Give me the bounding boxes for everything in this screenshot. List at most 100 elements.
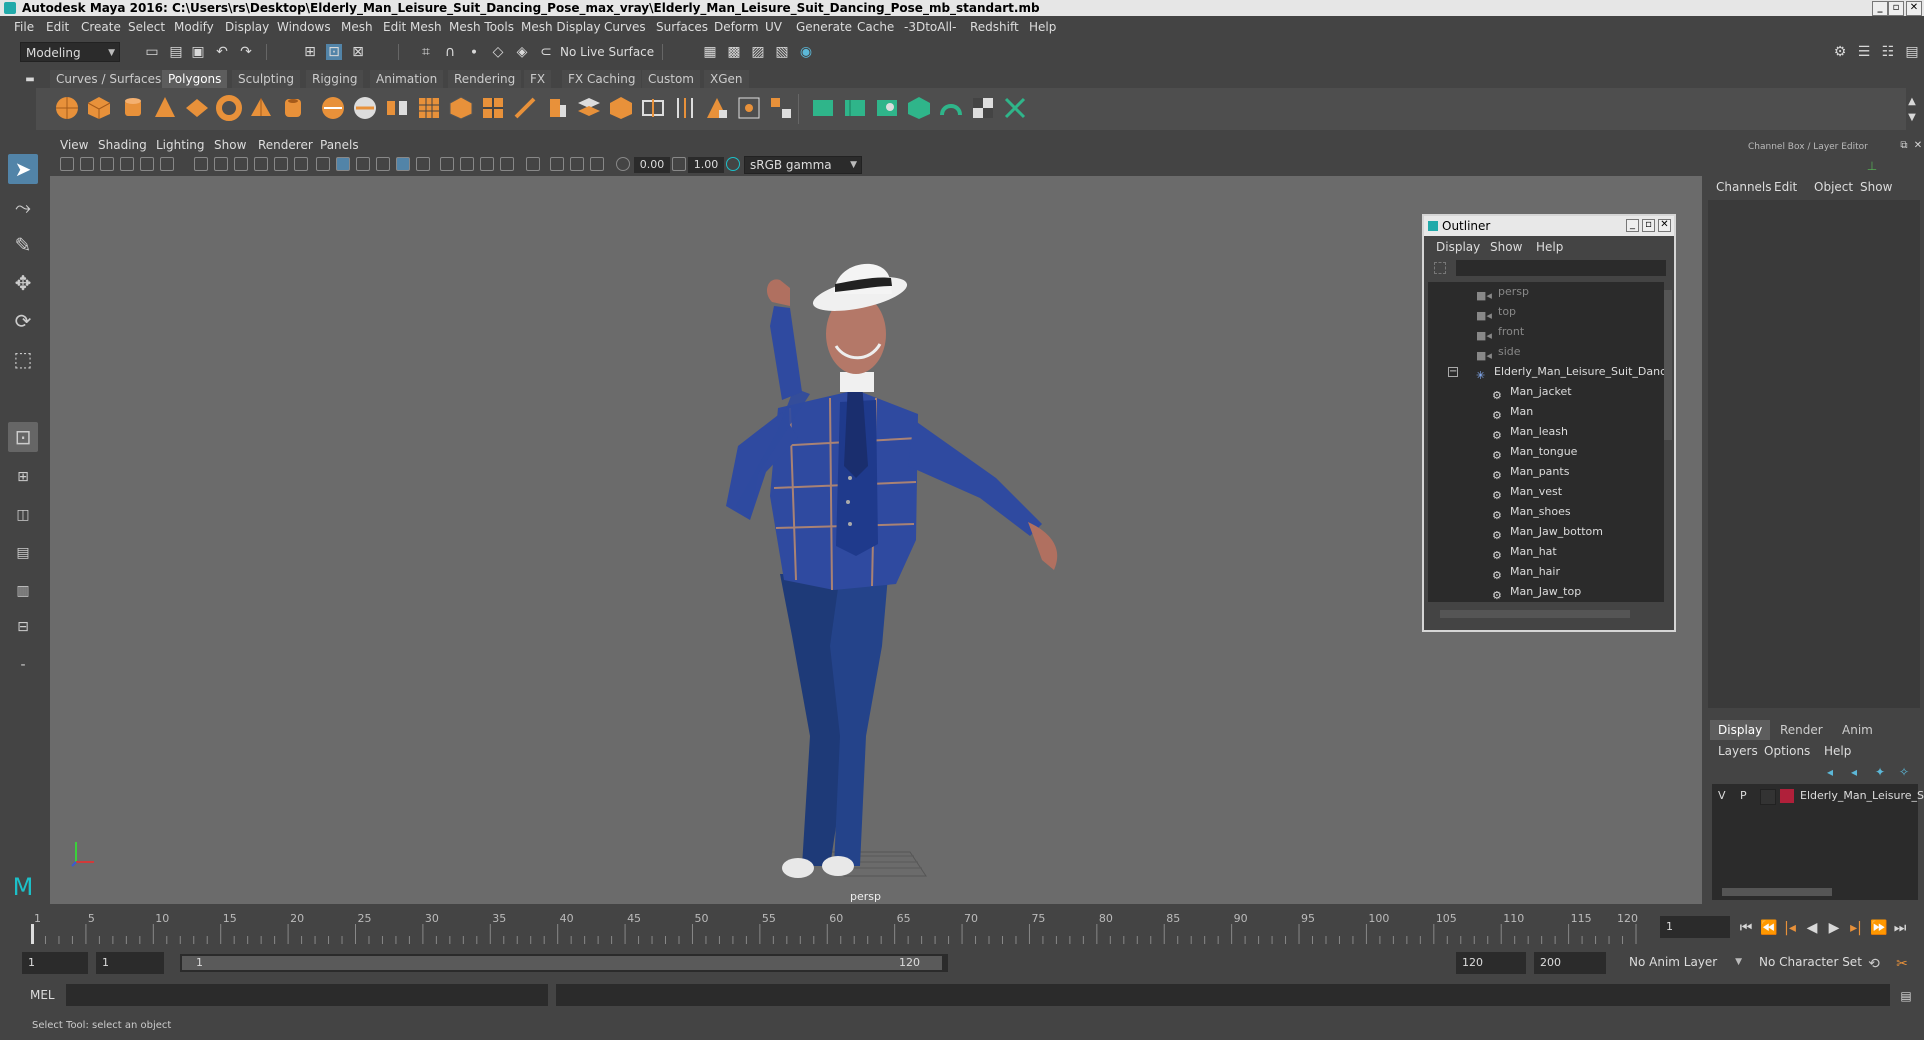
uv-spherical-icon[interactable] (874, 95, 900, 121)
menu-deform[interactable]: Deform (714, 20, 759, 34)
list-item[interactable]: ⚙ Man_hat (1428, 542, 1664, 562)
layer-visibility-toggle[interactable]: V (1718, 786, 1726, 806)
outliner-horizontal-scrollbar[interactable] (1440, 610, 1630, 618)
use-all-lights-icon[interactable] (396, 157, 410, 171)
anim-layer-dropdown[interactable]: No Anim Layer ▼ (1624, 952, 1746, 974)
tab-sculpting[interactable]: Sculpting (232, 70, 301, 88)
two-d-pan-icon[interactable] (140, 157, 154, 171)
render-settings-icon[interactable]: ▧ (774, 44, 790, 60)
filter-icon[interactable] (1434, 262, 1446, 274)
extrude-icon[interactable] (544, 95, 570, 121)
shelf-scroll-up-icon[interactable]: ▲ (1904, 94, 1920, 110)
outliner-minimize-button[interactable]: _ (1626, 219, 1639, 232)
list-item[interactable]: ⚙ Man_Jaw_bottom (1428, 522, 1664, 542)
menu-file[interactable]: File (14, 20, 34, 34)
workspace-icon[interactable]: ⚙ (1832, 44, 1848, 60)
time-slider[interactable]: 1 5 10 15 20 25 30 35 40 45 50 55 60 65 70 75 80 85 90 95 10… (22, 910, 1646, 946)
scale-tool[interactable]: ⬚ (8, 344, 38, 374)
select-hierarchy-icon[interactable]: ⊞ (302, 44, 318, 60)
resolution-gate-icon[interactable] (234, 157, 248, 171)
tab-fx-caching[interactable]: FX Caching (562, 70, 642, 88)
layout-two-icon[interactable]: ◫ (8, 500, 38, 530)
render-view-icon[interactable]: ▦ (702, 44, 718, 60)
uv-automatic-icon[interactable] (906, 95, 932, 121)
camera-attributes-icon[interactable] (80, 157, 94, 171)
list-item[interactable]: ⚙ Man (1428, 402, 1664, 422)
undo-icon[interactable]: ↶ (214, 44, 230, 60)
snap-curve-icon[interactable]: ∩ (442, 44, 458, 60)
maximize-button[interactable]: ▫ (1888, 1, 1904, 16)
uv-cylindrical-icon[interactable] (842, 95, 868, 121)
poly-cube-icon[interactable] (86, 95, 112, 121)
play-backwards-icon[interactable]: ◀ (1804, 920, 1820, 936)
shelf-scroll-down-icon[interactable]: ▼ (1904, 110, 1920, 126)
script-editor-icon[interactable]: ▤ (1898, 988, 1914, 1004)
mirror-icon[interactable] (480, 95, 506, 121)
new-scene-icon[interactable]: ▭ (144, 44, 160, 60)
select-tool[interactable]: ➤ (8, 154, 38, 184)
merge-vertices-icon[interactable] (768, 95, 794, 121)
menu-surfaces[interactable]: Surfaces (656, 20, 708, 34)
append-polygon-icon[interactable] (704, 95, 730, 121)
outliner-menu-help[interactable]: Help (1536, 240, 1563, 254)
layout-custom-icon[interactable]: ⊟ (8, 612, 38, 642)
menu-select[interactable]: Select (128, 20, 165, 34)
tab-custom[interactable]: Custom (642, 70, 700, 88)
outliner-close-button[interactable]: ✕ (1658, 219, 1671, 232)
play-forwards-icon[interactable]: ▶ (1826, 920, 1842, 936)
cb-menu-edit[interactable]: Edit (1774, 180, 1797, 194)
layout-outliner-icon[interactable]: ▤ (8, 538, 38, 568)
character-set-dropdown[interactable]: No Character Set (1754, 952, 1870, 974)
snap-view-icon[interactable]: ◇ (490, 44, 506, 60)
ambient-occlusion-icon[interactable] (440, 157, 454, 171)
field-chart-icon[interactable] (274, 157, 288, 171)
command-input[interactable] (66, 984, 548, 1006)
target-weld-icon[interactable] (736, 95, 762, 121)
poly-plane-icon[interactable] (184, 95, 210, 121)
list-item[interactable]: ⚙ Man_pants (1428, 462, 1664, 482)
list-item[interactable]: ⚙ Man_leash (1428, 422, 1664, 442)
tab-rendering[interactable]: Rendering (448, 70, 522, 88)
current-frame-marker[interactable] (31, 924, 34, 944)
menu-3dtoall[interactable]: -3DtoAll- (904, 20, 956, 34)
reduce-icon[interactable] (448, 95, 474, 121)
snap-surface-icon[interactable]: ◈ (514, 44, 530, 60)
tab-fx[interactable]: FX (524, 70, 552, 88)
tool-settings-icon[interactable]: ☷ (1880, 44, 1896, 60)
motion-blur-icon[interactable] (460, 157, 474, 171)
poly-pipe-icon[interactable] (280, 95, 306, 121)
render-frame-icon[interactable]: ▩ (726, 44, 742, 60)
smooth-shade-icon[interactable] (336, 157, 350, 171)
bookmark-icon[interactable] (100, 157, 114, 171)
gamma-icon[interactable] (672, 157, 686, 171)
layer-type-toggle[interactable] (1760, 789, 1776, 805)
offset-edge-loop-icon[interactable] (672, 95, 698, 121)
bevel-icon[interactable] (608, 95, 634, 121)
separate-icon[interactable] (352, 95, 378, 121)
outliner-menu-display[interactable]: Display (1436, 240, 1480, 254)
menu-display[interactable]: Display (225, 20, 269, 34)
grease-pencil-icon[interactable] (160, 157, 174, 171)
wireframe-icon[interactable] (316, 157, 330, 171)
new-layer-icon[interactable]: ✦ (1872, 764, 1888, 780)
close-icon[interactable]: ✕ (1910, 138, 1924, 154)
menu-mesh-tools[interactable]: Mesh Tools (449, 20, 514, 34)
open-scene-icon[interactable]: ▤ (168, 44, 184, 60)
uv-checker-icon[interactable] (970, 95, 996, 121)
gamma-field[interactable]: 1.00 (688, 157, 724, 173)
collapse-icon[interactable]: − (1448, 367, 1458, 377)
redo-icon[interactable]: ↷ (238, 44, 254, 60)
list-item[interactable]: ■◂ side (1428, 342, 1664, 362)
snap-point-icon[interactable]: ∙ (466, 44, 482, 60)
extract-icon[interactable] (384, 95, 410, 121)
move-layer-up-icon[interactable]: ◂ (1822, 764, 1838, 780)
bridge-icon[interactable] (576, 95, 602, 121)
list-item[interactable]: ⚙ Man_hair (1428, 562, 1664, 582)
insert-edge-loop-icon[interactable] (640, 95, 666, 121)
list-item[interactable]: ⚙ Man_jacket (1428, 382, 1664, 402)
step-back-key-icon[interactable]: ⏪ (1760, 920, 1777, 936)
image-plane-icon[interactable] (120, 157, 134, 171)
tab-render[interactable]: Render (1772, 720, 1831, 740)
xray-active-icon[interactable] (570, 157, 584, 171)
magnet-icon[interactable]: ⊂ (538, 44, 554, 60)
